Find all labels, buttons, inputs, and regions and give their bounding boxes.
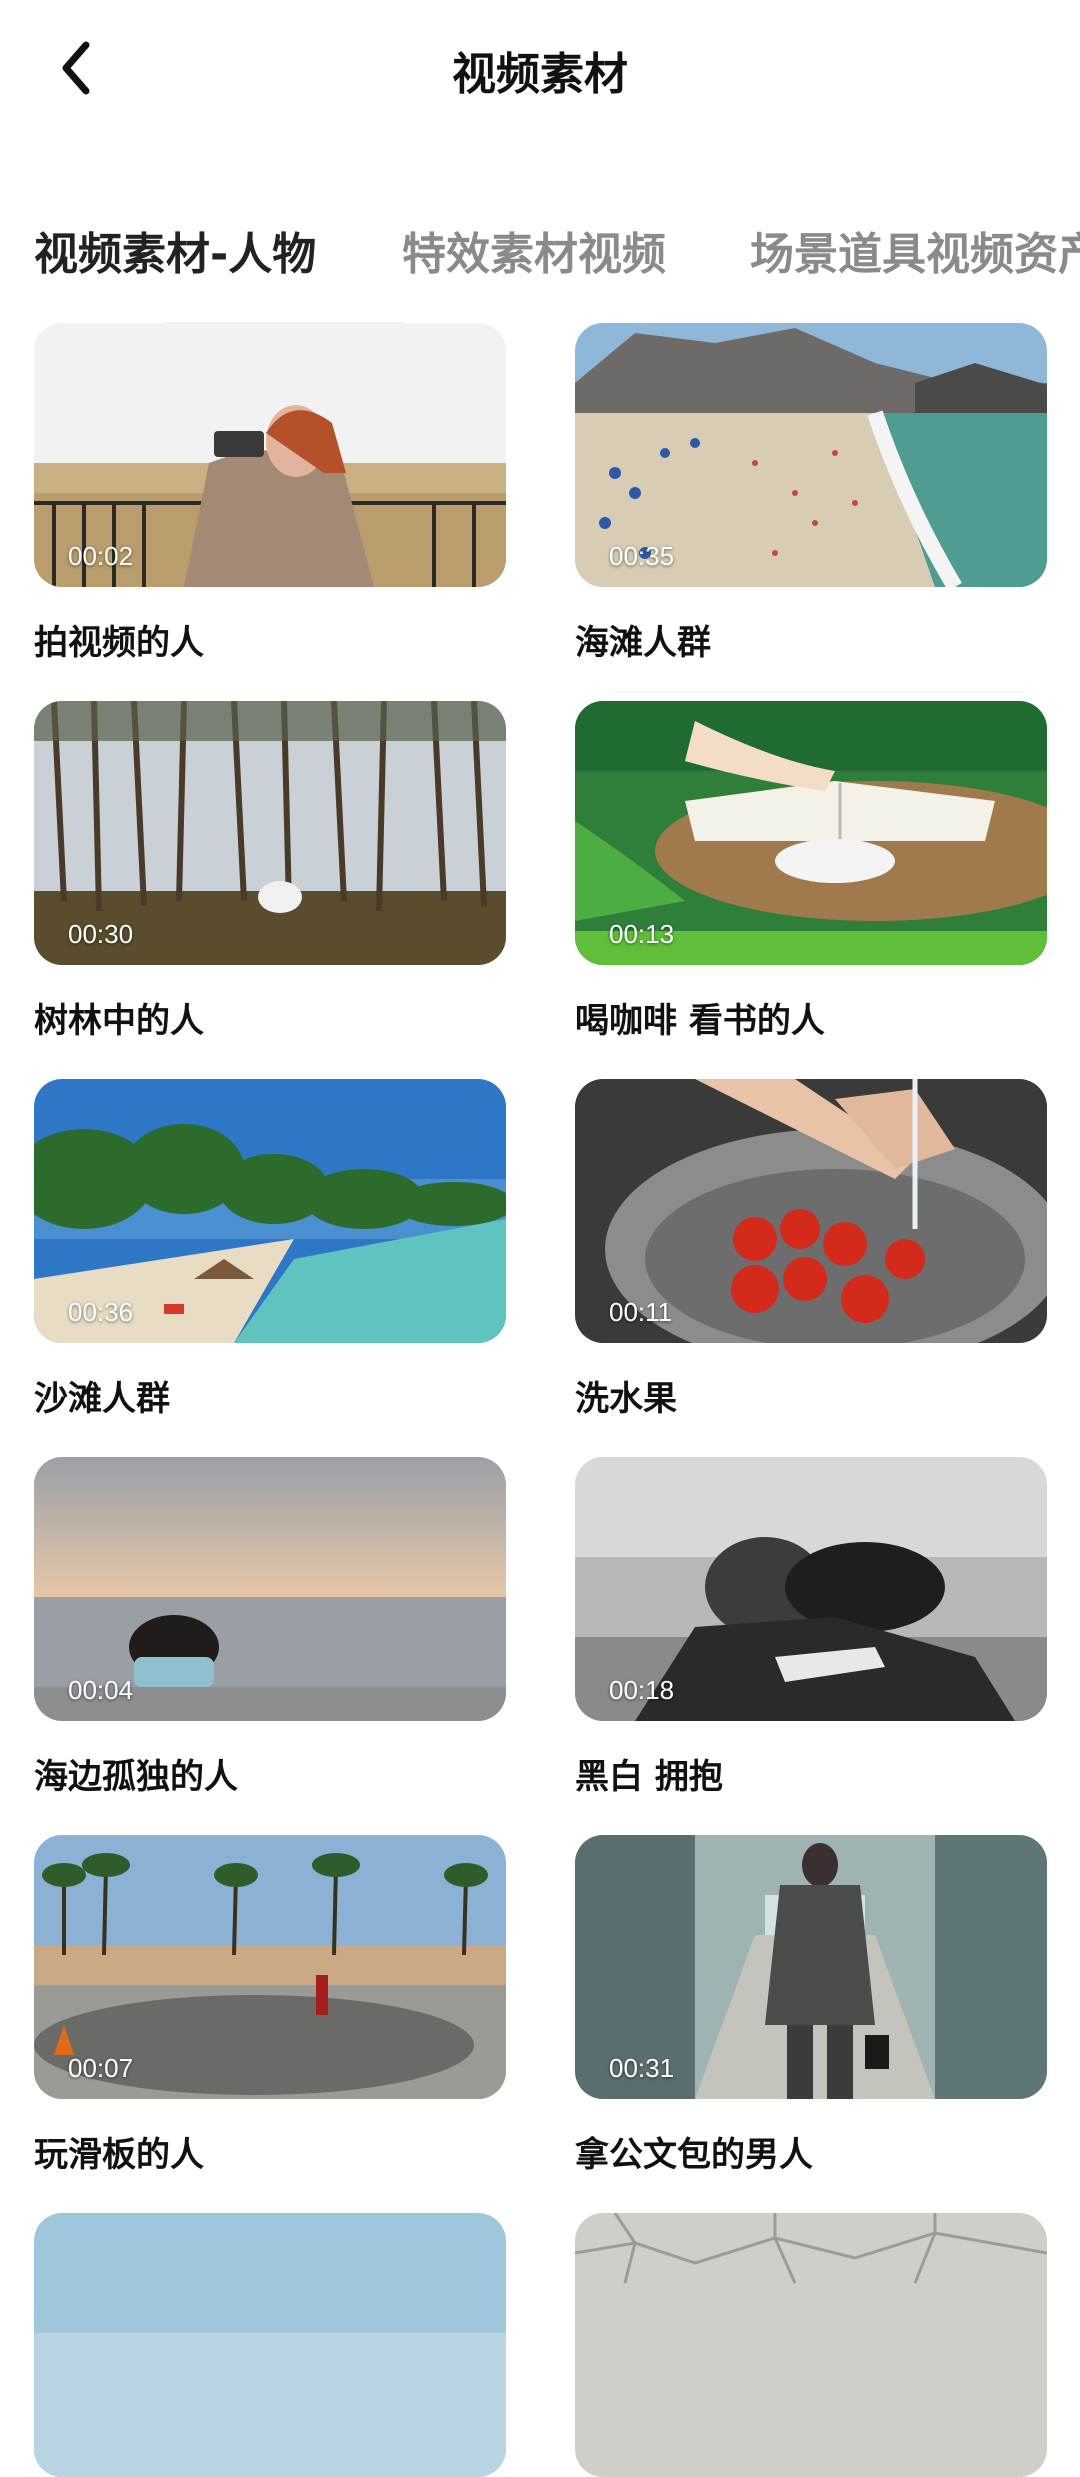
video-thumbnail: 00:30 (34, 701, 506, 965)
video-card[interactable]: 00:02 拍视频的人 (34, 323, 506, 663)
duration-badge: 00:02 (68, 541, 134, 571)
duration-badge: 00:04 (68, 1675, 134, 1705)
video-title: 沙滩人群 (34, 1379, 170, 1419)
video-title: 喝咖啡 看书的人 (575, 1001, 825, 1041)
video-title: 树林中的人 (34, 1001, 204, 1041)
video-thumbnail (34, 2213, 506, 2477)
video-thumbnail: 00:02 (34, 323, 506, 587)
video-title: 玩滑板的人 (34, 2135, 204, 2175)
video-card[interactable]: 00:35 海滩人群 (575, 323, 1047, 663)
video-card[interactable]: 00:13 喝咖啡 看书的人 (575, 701, 1047, 1041)
video-card[interactable] (575, 2213, 1047, 2477)
video-card[interactable]: 00:11 洗水果 (575, 1079, 1047, 1419)
top-bar: 视频素材 (0, 0, 1080, 140)
video-thumbnail: 00:36 (34, 1079, 506, 1343)
video-thumbnail: 00:35 (575, 323, 1047, 587)
duration-badge: 00:30 (68, 919, 134, 949)
video-card[interactable] (34, 2213, 506, 2477)
duration-badge: 00:31 (609, 2053, 675, 2083)
video-title: 黑白 拥抱 (575, 1757, 723, 1797)
video-title: 海边孤独的人 (34, 1757, 238, 1797)
video-card[interactable]: 00:30 树林中的人 (34, 701, 506, 1041)
video-title: 海滩人群 (575, 623, 711, 663)
duration-badge: 00:36 (68, 1297, 134, 1327)
video-card[interactable]: 00:07 玩滑板的人 (34, 1835, 506, 2175)
video-card[interactable]: 00:31 拿公文包的男人 (575, 1835, 1047, 2175)
video-thumbnail (575, 2213, 1047, 2477)
video-thumbnail: 00:07 (34, 1835, 506, 2099)
duration-badge: 00:11 (609, 1297, 673, 1327)
page-title: 视频素材 (452, 49, 628, 100)
tab-people[interactable]: 视频素材-人物 (34, 220, 316, 290)
video-title: 拍视频的人 (34, 623, 204, 663)
duration-badge: 00:13 (609, 919, 675, 949)
video-card[interactable]: 00:36 沙滩人群 (34, 1079, 506, 1419)
video-thumbnail: 00:31 (575, 1835, 1047, 2099)
duration-badge: 00:35 (609, 541, 675, 571)
duration-badge: 00:18 (609, 1675, 675, 1705)
video-thumbnail: 00:04 (34, 1457, 506, 1721)
tab-effects[interactable]: 特效素材视频 (402, 220, 666, 290)
video-thumbnail: 00:13 (575, 701, 1047, 965)
video-card[interactable]: 00:04 海边孤独的人 (34, 1457, 506, 1797)
category-tabs: 视频素材-人物 特效素材视频 场景道具视频资产 (0, 220, 1080, 300)
tab-scene-props[interactable]: 场景道具视频资产 (750, 220, 1080, 290)
video-thumbnail: 00:18 (575, 1457, 1047, 1721)
video-card[interactable]: 00:18 黑白 拥抱 (575, 1457, 1047, 1797)
duration-badge: 00:07 (68, 2053, 134, 2083)
video-thumbnail: 00:11 (575, 1079, 1047, 1343)
video-title: 洗水果 (575, 1379, 677, 1419)
video-title: 拿公文包的男人 (575, 2135, 813, 2175)
